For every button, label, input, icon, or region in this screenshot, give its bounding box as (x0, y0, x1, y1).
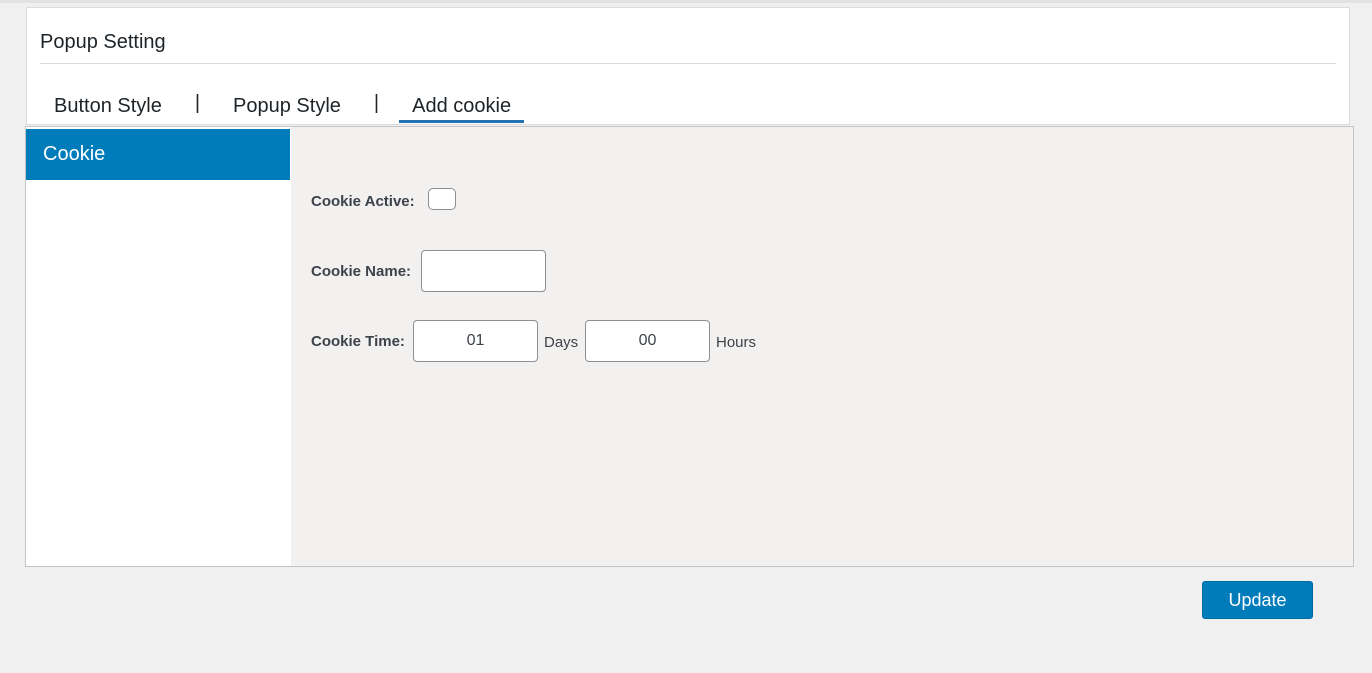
hours-unit-label: Hours (716, 334, 757, 351)
side-nav: Cookie (26, 127, 291, 566)
cookie-time-label: Cookie Time: (311, 333, 405, 350)
tab-separator: | (194, 92, 201, 114)
cookie-active-checkbox[interactable] (428, 188, 456, 210)
top-border (0, 0, 1372, 3)
title-divider (40, 63, 1336, 64)
cookie-days-input[interactable] (413, 320, 538, 362)
cookie-name-label: Cookie Name: (311, 263, 412, 280)
days-unit-label: Days (544, 334, 579, 351)
side-nav-item-cookie[interactable]: Cookie (26, 129, 290, 180)
cookie-form: Cookie Active: Cookie Name: Cookie Time:… (291, 127, 1353, 566)
tab-add-cookie[interactable]: Add cookie (399, 88, 525, 123)
tab-popup-style[interactable]: Popup Style (220, 88, 354, 120)
settings-tabs: Button Style | Popup Style | Add cookie (41, 88, 525, 128)
tab-button-style[interactable]: Button Style (41, 88, 175, 120)
settings-header: Popup Setting Button Style | Popup Style… (26, 7, 1350, 125)
update-button[interactable]: Update (1202, 581, 1313, 619)
cookie-active-label: Cookie Active: (311, 193, 415, 210)
page-title: Popup Setting (40, 31, 166, 53)
settings-panel: Cookie Cookie Active: Cookie Name: Cooki… (25, 126, 1354, 567)
cookie-name-input[interactable] (421, 250, 546, 292)
cookie-hours-input[interactable] (585, 320, 710, 362)
tab-separator: | (373, 92, 380, 114)
